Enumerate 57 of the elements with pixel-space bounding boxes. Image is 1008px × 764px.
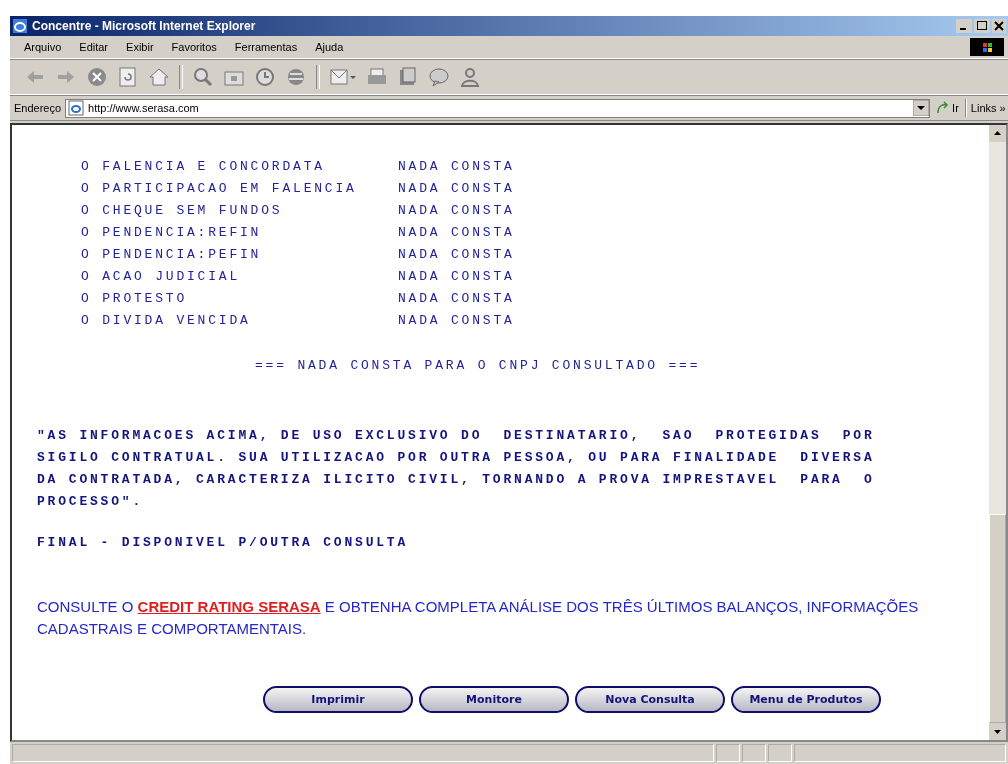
close-icon[interactable] bbox=[992, 19, 1006, 33]
chat-bubble-icon[interactable] bbox=[428, 66, 450, 88]
menu-item[interactable]: Ferramentas bbox=[234, 41, 298, 53]
address-label: Endereço bbox=[14, 102, 62, 114]
report-status: NADA CONSTA bbox=[398, 269, 515, 284]
report-status: NADA CONSTA bbox=[398, 247, 515, 262]
action-button[interactable]: Monitore bbox=[419, 686, 569, 713]
action-button[interactable]: Imprimir bbox=[263, 686, 413, 713]
report-item: O ACAO JUDICIAL bbox=[81, 269, 242, 284]
person-icon[interactable] bbox=[459, 66, 481, 88]
dropdown-arrow-icon[interactable] bbox=[913, 100, 930, 116]
browser-logo-icon bbox=[12, 18, 28, 34]
menu-item[interactable]: Editar bbox=[79, 41, 109, 53]
stop-icon[interactable] bbox=[86, 66, 108, 88]
action-button[interactable]: Nova Consulta bbox=[575, 686, 725, 713]
go-button[interactable]: Ir bbox=[934, 101, 961, 115]
action-button[interactable]: Menu de Produtos bbox=[731, 686, 881, 713]
minimize-icon[interactable] bbox=[956, 19, 972, 33]
home-icon[interactable] bbox=[148, 66, 170, 88]
maximize-icon[interactable] bbox=[974, 19, 990, 33]
report-item: O PENDENCIA:REFIN bbox=[81, 225, 263, 240]
links-button[interactable]: Links » bbox=[970, 102, 1006, 114]
search-icon[interactable] bbox=[192, 66, 214, 88]
report-status: NADA CONSTA bbox=[398, 181, 515, 196]
report-item: O DIVIDA VENCIDA bbox=[81, 313, 252, 328]
report-item: O PENDENCIA:PEFIN bbox=[81, 247, 263, 262]
windows-logo-icon bbox=[970, 38, 1004, 56]
report-item: O PARTICIPACAO EM FALENCIA bbox=[81, 181, 358, 196]
scrollbar[interactable] bbox=[989, 125, 1006, 740]
clock-icon[interactable] bbox=[254, 66, 276, 88]
document-icon[interactable] bbox=[397, 66, 419, 88]
menu-item[interactable]: Ajuda bbox=[315, 41, 344, 53]
menu-item[interactable]: Arquivo bbox=[24, 41, 62, 53]
notice-paragraph: "AS INFORMACOES ACIMA, DE USO EXCLUSIVO DO DESTINATARIO, SAO PROTEGIDAS POR SIGILO CONTRATUAL. SUA UTILIZACAO POR OUTRA PESSOA, OU PARA FINALIDADE DIVERSA DA CONTRATADA, CARACTERIZA ILICITO CIVIL, TORNANDO A PROVA IMPRESTAVEL PARA O PROCESSO". bbox=[37, 427, 876, 511]
report-item: O FALENCIA E CONCORDATA bbox=[81, 159, 326, 174]
address-field[interactable]: http://www.serasa.com bbox=[65, 98, 931, 118]
menu-item[interactable]: Favoritos bbox=[171, 41, 217, 53]
window-title: Concentre - Microsoft Internet Explorer bbox=[32, 19, 257, 33]
refresh-icon[interactable] bbox=[117, 66, 139, 88]
report-status: NADA CONSTA bbox=[398, 203, 515, 218]
scroll-up-icon[interactable] bbox=[989, 125, 1006, 142]
final-line: FINAL - DISPONIVEL P/OUTRA CONSULTA bbox=[37, 535, 410, 550]
scroll-down-icon[interactable] bbox=[989, 723, 1006, 740]
mail-icon[interactable] bbox=[329, 66, 357, 88]
report-status: NADA CONSTA bbox=[398, 225, 515, 240]
menu-item[interactable]: Exibir bbox=[126, 41, 154, 53]
promo-text: CONSULTE O CREDIT RATING SERASA E OBTENHA COMPLETA ANÁLISE DOS TRÊS ÚLTIMOS BALANÇOS, INFORMAÇÕES CADASTRAIS E COMPORTAMENTAIS. bbox=[37, 597, 920, 639]
report-status: NADA CONSTA bbox=[398, 291, 515, 306]
page-icon bbox=[68, 100, 85, 116]
go-arrow-icon bbox=[936, 101, 951, 115]
credit-rating-link[interactable]: CREDIT RATING SERASA bbox=[137, 598, 321, 615]
report-item: O CHEQUE SEM FUNDOS bbox=[81, 203, 284, 218]
report-status: NADA CONSTA bbox=[398, 159, 515, 174]
report-item: O PROTESTO bbox=[81, 291, 188, 306]
scroll-thumb[interactable] bbox=[989, 514, 1006, 723]
report-status: NADA CONSTA bbox=[398, 313, 515, 328]
summary-line: === NADA CONSTA PARA O CNPJ CONSULTADO === bbox=[255, 358, 702, 373]
